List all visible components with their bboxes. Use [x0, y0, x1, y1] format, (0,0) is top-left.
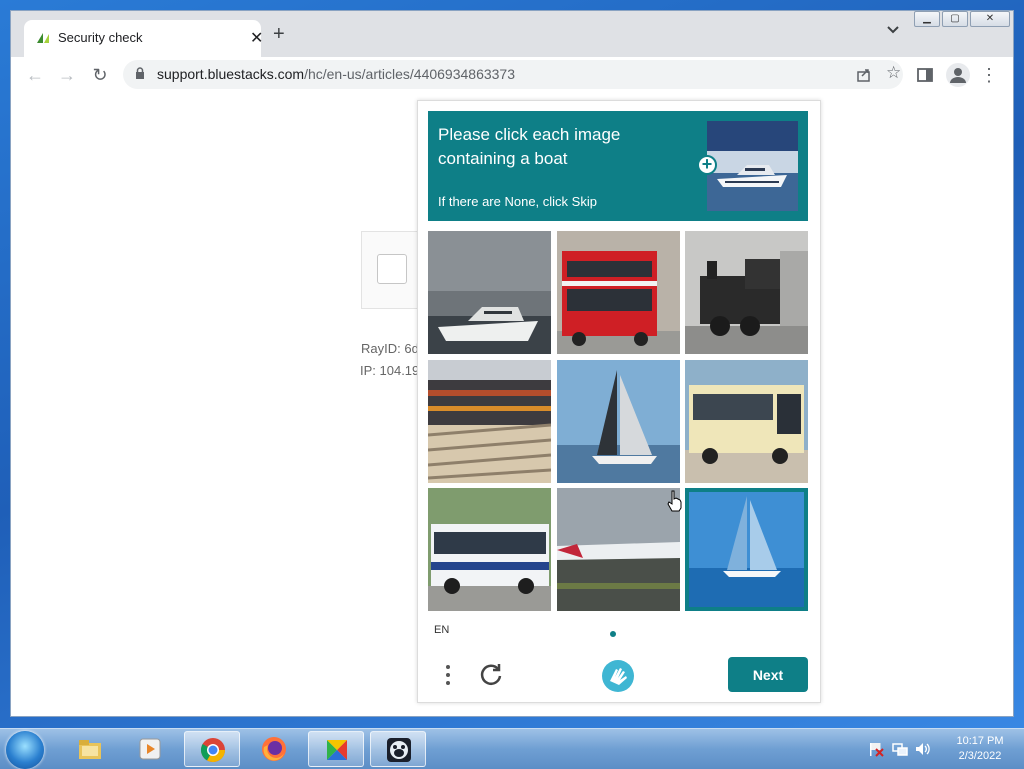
person-icon: [950, 68, 966, 83]
minimize-button[interactable]: ▁: [914, 11, 940, 27]
file-explorer-icon: [79, 740, 101, 759]
taskbar-firefox[interactable]: [246, 731, 302, 767]
menu-dots-icon[interactable]: [444, 663, 452, 687]
windows-taskbar: 10:17 PM 2/3/2022: [0, 728, 1024, 769]
tab-search-chevron-icon[interactable]: [887, 25, 899, 35]
side-panel-icon[interactable]: [917, 68, 933, 82]
start-button[interactable]: [6, 731, 44, 769]
media-player-icon: [139, 738, 161, 760]
bookmark-star-icon[interactable]: ☆: [886, 63, 901, 83]
example-boat-image[interactable]: [707, 121, 798, 211]
challenge-subprompt: If there are None, click Skip: [438, 194, 597, 209]
share-icon[interactable]: [856, 67, 872, 83]
app-icon: [327, 740, 347, 760]
bluestacks-icon: [387, 738, 411, 762]
reload-icon[interactable]: ↻: [90, 65, 110, 85]
tab-strip: Security check ✕ + ▁ ▢ ✕: [11, 11, 1013, 57]
volume-icon[interactable]: [914, 741, 930, 757]
tile-airplane[interactable]: [557, 488, 680, 611]
maximize-button[interactable]: ▢: [942, 11, 968, 27]
new-tab-button[interactable]: +: [273, 24, 285, 44]
captcha-checkbox[interactable]: [377, 254, 407, 284]
tile-train-freight[interactable]: [428, 360, 551, 483]
window-controls: ▁ ▢ ✕: [914, 11, 1012, 29]
close-window-button[interactable]: ✕: [970, 11, 1010, 27]
clock-time: 10:17 PM: [956, 735, 1004, 747]
challenge-prompt: Please click each image containing a boa…: [438, 125, 621, 168]
clock-date: 2/3/2022: [958, 750, 1002, 762]
profile-avatar[interactable]: [946, 63, 970, 87]
tab-close-icon[interactable]: ✕: [250, 28, 263, 48]
hand-cursor-icon: [667, 490, 682, 512]
ip-text: IP: 104.19: [360, 363, 420, 378]
lock-icon: [136, 67, 144, 79]
taskbar-media-player[interactable]: [122, 731, 178, 767]
forward-icon[interactable]: →: [57, 65, 77, 85]
hcaptcha-challenge: Please click each image containing a boa…: [417, 100, 821, 703]
firefox-icon: [262, 737, 286, 761]
url-path: /hc/en-us/articles/4406934863373: [304, 66, 516, 82]
action-center-flag-icon[interactable]: [868, 741, 884, 757]
menu-kebab-icon[interactable]: ⋮: [979, 65, 999, 85]
taskbar-file-explorer[interactable]: [62, 731, 118, 767]
network-icon[interactable]: [892, 741, 908, 757]
address-bar[interactable]: support.bluestacks.com/hc/en-us/articles…: [123, 60, 903, 89]
tile-boat-yacht[interactable]: [428, 231, 551, 354]
refresh-challenge-icon[interactable]: [478, 661, 504, 687]
tile-train-locomotive[interactable]: [685, 231, 808, 354]
tile-red-bus[interactable]: [557, 231, 680, 354]
tab-title: Security check: [58, 30, 143, 45]
clock[interactable]: 10:17 PM 2/3/2022: [940, 734, 1020, 764]
tile-white-bus[interactable]: [428, 488, 551, 611]
zendesk-favicon-icon: [37, 33, 49, 43]
example-expand-icon[interactable]: +: [697, 155, 717, 175]
hcaptcha-logo-icon: [602, 660, 634, 692]
challenge-header: Please click each image containing a boa…: [428, 111, 808, 221]
url-text: support.bluestacks.com/hc/en-us/articles…: [157, 66, 515, 82]
tile-sailboat-blue[interactable]: [685, 488, 808, 611]
page-indicator-dot: [610, 631, 616, 637]
taskbar-chrome[interactable]: [184, 731, 240, 767]
chrome-icon: [200, 738, 225, 763]
system-tray: 10:17 PM 2/3/2022: [860, 729, 1024, 769]
url-host: support.bluestacks.com: [157, 66, 305, 82]
back-icon[interactable]: ←: [25, 65, 45, 85]
tab-security-check[interactable]: Security check ✕: [24, 20, 263, 57]
ray-id-text: RayID: 6d: [361, 341, 419, 356]
taskbar-bluestacks[interactable]: [370, 731, 426, 767]
next-button[interactable]: Next: [728, 657, 808, 692]
browser-toolbar: ← → ↻ support.bluestacks.com/hc/en-us/ar…: [11, 57, 1013, 94]
language-selector[interactable]: EN: [434, 624, 449, 636]
taskbar-app[interactable]: [308, 731, 364, 767]
tile-sailboat[interactable]: [557, 360, 680, 483]
tile-yellow-bus[interactable]: [685, 360, 808, 483]
